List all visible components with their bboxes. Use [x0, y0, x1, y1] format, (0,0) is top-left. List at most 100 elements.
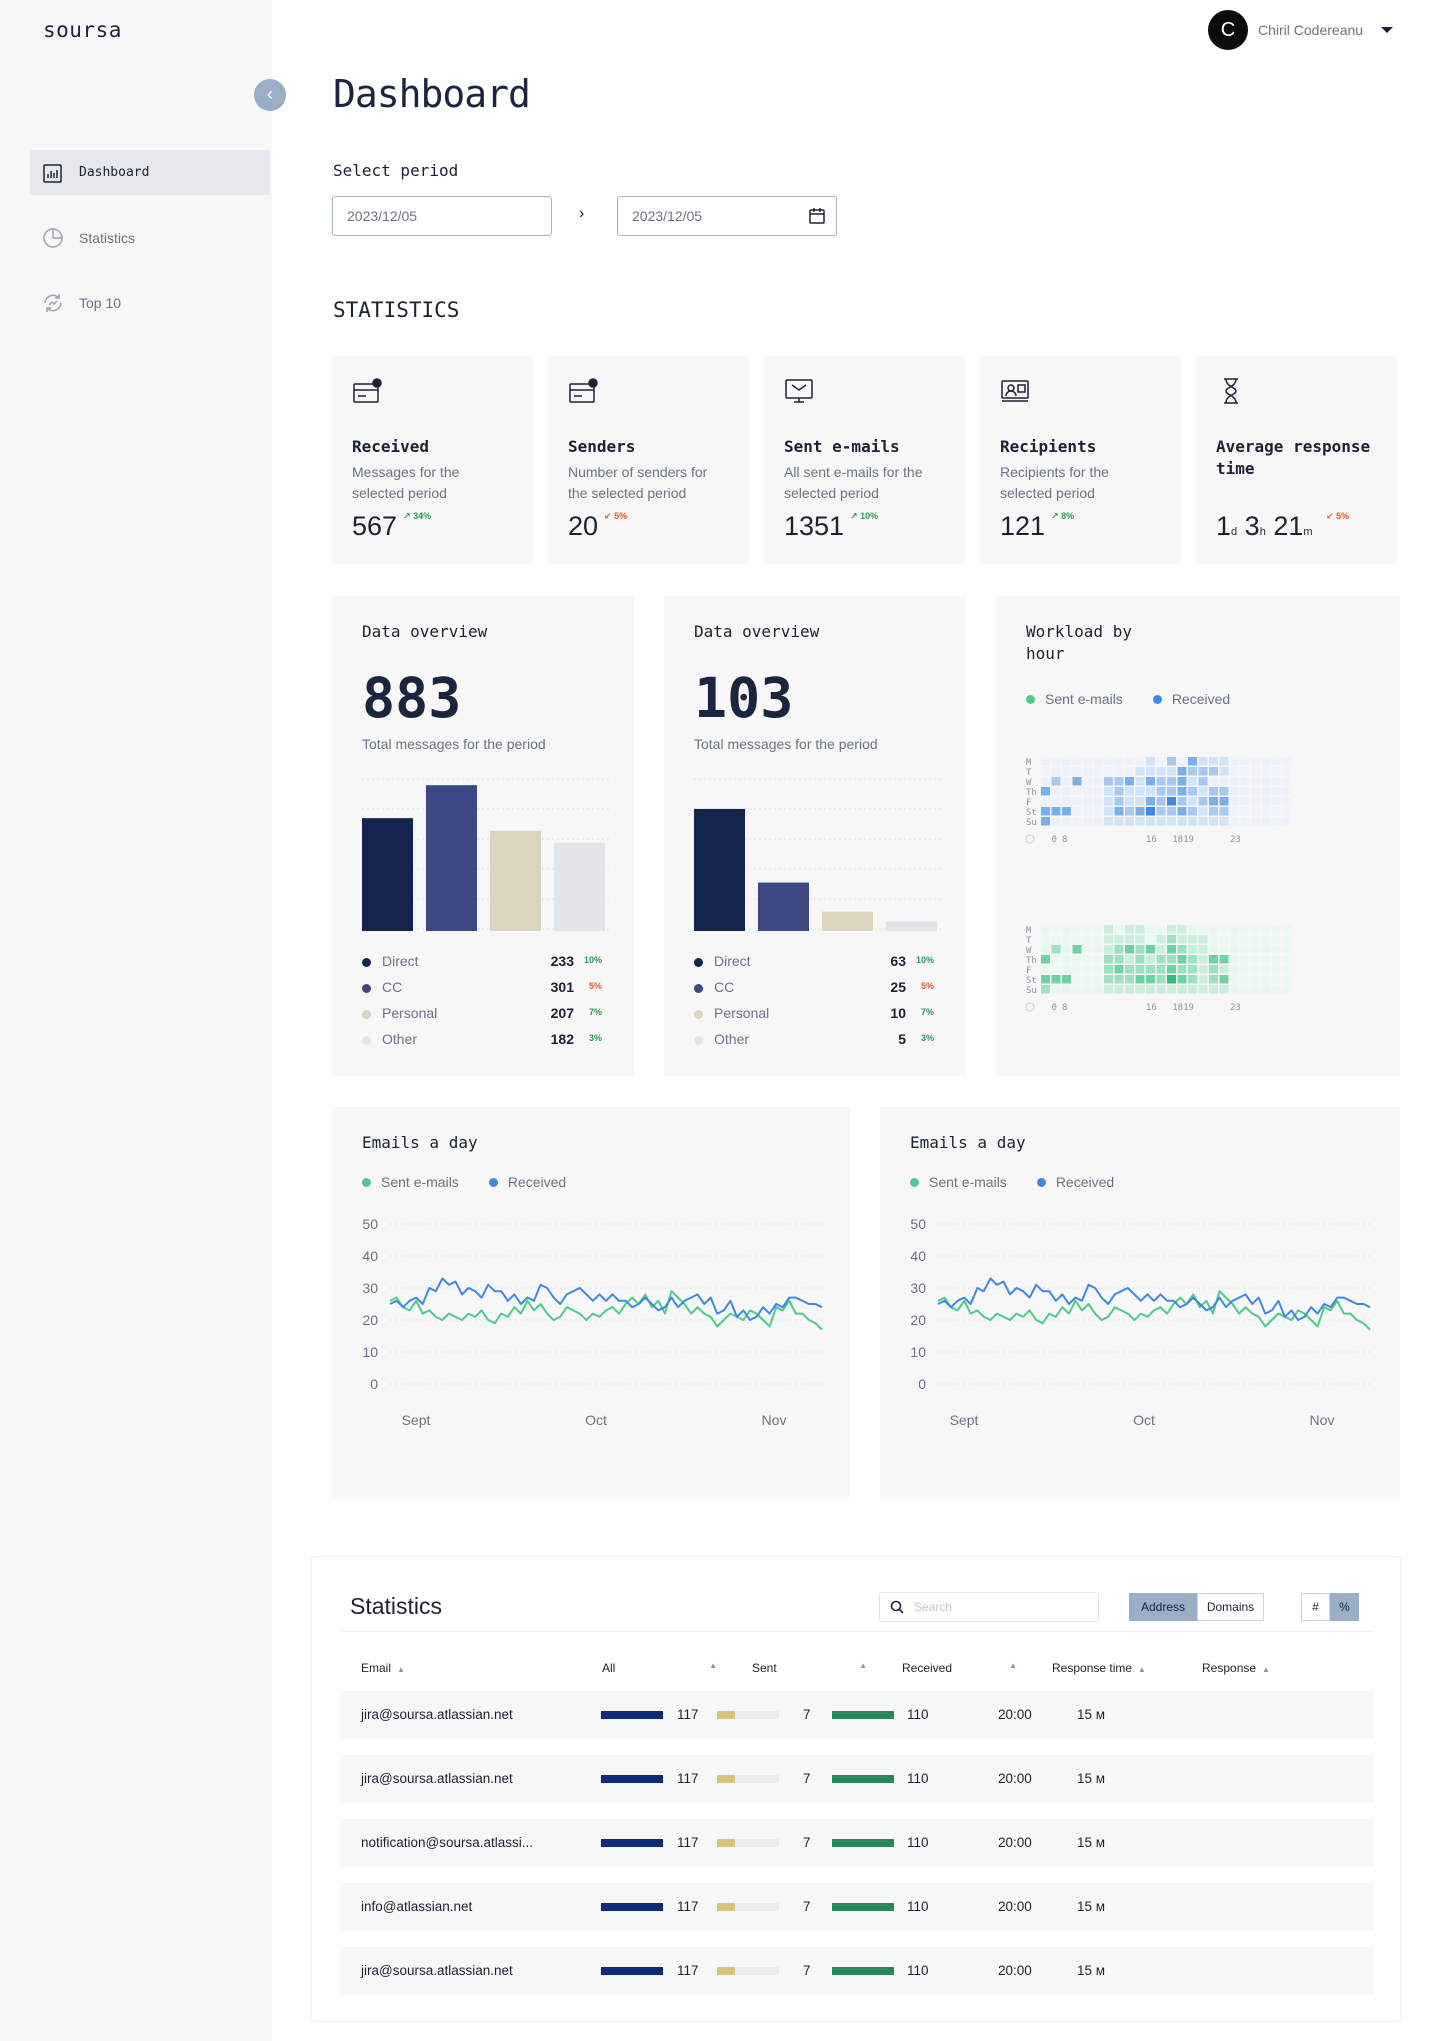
percent-toggle[interactable]: % — [1330, 1593, 1359, 1621]
user-menu[interactable]: C Chiril Codereanu — [1208, 10, 1394, 50]
heat-cell — [1167, 777, 1176, 786]
search-input[interactable]: Search — [879, 1592, 1099, 1622]
col-header-email[interactable]: Email ▲ — [361, 1661, 405, 1675]
heat-cell — [1251, 797, 1260, 806]
heat-cell — [1198, 807, 1208, 816]
date-to-input[interactable]: 2023/12/05 — [617, 196, 837, 236]
heatmap-received: MTWThFStSu 0 8 16 1819 23 — [1026, 757, 1292, 845]
heat-cell — [1272, 757, 1281, 766]
heat-cell — [1104, 757, 1113, 766]
cell-all: 117 — [677, 1771, 699, 1786]
table-row[interactable]: notification@soursa.atlassi... 117 7 110 20:… — [340, 1819, 1374, 1867]
heat-cell — [1177, 965, 1187, 974]
count-toggle[interactable]: # — [1301, 1593, 1330, 1621]
heat-cell — [1093, 945, 1103, 954]
delta-badge: ↙ 5% — [604, 511, 628, 521]
cell-email: notification@soursa.atlassi... — [361, 1835, 534, 1850]
hourglass-icon — [1224, 378, 1238, 404]
heat-cell — [1282, 777, 1292, 786]
legend-row-other: Other 182 3% — [362, 1031, 602, 1051]
heat-cell — [1135, 757, 1145, 766]
heat-cell — [1072, 945, 1082, 954]
day-label: T — [1026, 768, 1032, 778]
heat-cell — [1230, 945, 1239, 954]
table-row[interactable]: jira@soursa.atlassian.net 117 7 110 20:00 15 … — [340, 1691, 1374, 1739]
heat-cell — [1041, 817, 1050, 826]
calendar-icon[interactable] — [808, 207, 826, 225]
heat-cell — [1062, 945, 1071, 954]
search-icon — [890, 1600, 904, 1614]
heat-cell — [1219, 817, 1229, 826]
total-subtitle: Total messages for the period — [694, 736, 878, 752]
hour-tick: 0 — [1052, 1003, 1057, 1013]
heat-cell — [1125, 787, 1134, 796]
heat-cell — [1072, 787, 1082, 796]
address-toggle[interactable]: Address — [1129, 1593, 1197, 1621]
stat-card-received: Received Messages for the selected perio… — [332, 356, 533, 564]
heat-cell — [1135, 767, 1145, 776]
heat-cell — [1188, 935, 1197, 944]
heat-cell — [1083, 975, 1092, 984]
cell-response-time: 20:00 — [998, 1707, 1032, 1722]
cell-sent: 7 — [803, 1707, 811, 1722]
col-header-response-time[interactable]: Response time ▲ — [1052, 1661, 1146, 1675]
heat-cell — [1272, 965, 1281, 974]
heat-cell — [1135, 817, 1145, 826]
legend-item-received: Received — [488, 1174, 566, 1190]
heat-cell — [1198, 777, 1208, 786]
header-label: Received — [902, 1661, 953, 1675]
chevron-left-icon: ‹ — [267, 84, 273, 104]
y-tick: 30 — [362, 1280, 378, 1296]
heat-cell — [1083, 777, 1092, 786]
heat-cell — [1083, 945, 1092, 954]
heat-cell — [1093, 757, 1103, 766]
heat-cell — [1261, 985, 1271, 994]
heat-cell — [1104, 797, 1113, 806]
col-header-response[interactable]: Response ▲ — [1202, 1661, 1270, 1675]
sidebar-item-top-10[interactable]: Top 10 — [30, 280, 270, 325]
cell-sent: 7 — [803, 1835, 811, 1850]
sidebar-item-statistics[interactable]: Statistics — [30, 215, 270, 260]
heat-cell — [1114, 817, 1124, 826]
heat-cell — [1177, 807, 1187, 816]
legend-row-other: Other 5 3% — [694, 1031, 934, 1051]
heat-cell — [1093, 975, 1103, 984]
bar-cc — [426, 785, 477, 931]
heat-cell — [1072, 985, 1082, 994]
col-header-all[interactable]: All ▲ — [602, 1661, 717, 1675]
sidebar-item-label: Top 10 — [79, 294, 122, 311]
legend-row-cc: CC 301 5% — [362, 979, 602, 999]
heat-cell — [1051, 777, 1061, 786]
legend-delta: 7% — [588, 1007, 602, 1017]
day-label: Th — [1026, 788, 1037, 798]
heat-cell — [1198, 797, 1208, 806]
date-from-input[interactable]: 2023/12/05 — [332, 196, 552, 236]
legend-value: 207 — [550, 1005, 574, 1021]
emails-a-day-card-2: Emails a day Sent e-mails Received 0 10 20… — [880, 1107, 1400, 1497]
heat-cell — [1261, 817, 1271, 826]
legend-item-sent: Sent e-mails — [910, 1174, 1007, 1190]
heat-cell — [1261, 955, 1271, 964]
heat-cell — [1135, 797, 1145, 806]
heat-cell — [1188, 945, 1197, 954]
heat-cell — [1051, 935, 1061, 944]
col-header-sent[interactable]: Sent ▲ — [752, 1661, 867, 1675]
caret-down-icon[interactable] — [1381, 27, 1394, 33]
table-row[interactable]: info@atlassian.net 117 7 110 20:00 15 м — [340, 1883, 1374, 1931]
heat-cell — [1062, 965, 1071, 974]
sidebar-item-dashboard[interactable]: Dashboard — [30, 150, 270, 195]
heat-cell — [1219, 767, 1229, 776]
heat-cell — [1209, 757, 1218, 766]
heat-cell — [1282, 797, 1292, 806]
heat-cell — [1198, 925, 1208, 934]
legend-name: Direct — [382, 953, 419, 969]
table-row[interactable]: jira@soursa.atlassian.net 117 7 110 20:00 15 … — [340, 1947, 1374, 1995]
domains-toggle[interactable]: Domains — [1197, 1593, 1264, 1621]
heat-cell — [1261, 945, 1271, 954]
soursa-logo[interactable]: soursa — [43, 18, 122, 42]
col-header-received[interactable]: Received ▲ — [902, 1661, 1017, 1675]
table-row[interactable]: jira@soursa.atlassian.net 117 7 110 20:00 15 … — [340, 1755, 1374, 1803]
heat-cell — [1041, 935, 1050, 944]
heat-cell — [1146, 955, 1155, 964]
collapse-sidebar-button[interactable]: ‹ — [254, 79, 286, 111]
